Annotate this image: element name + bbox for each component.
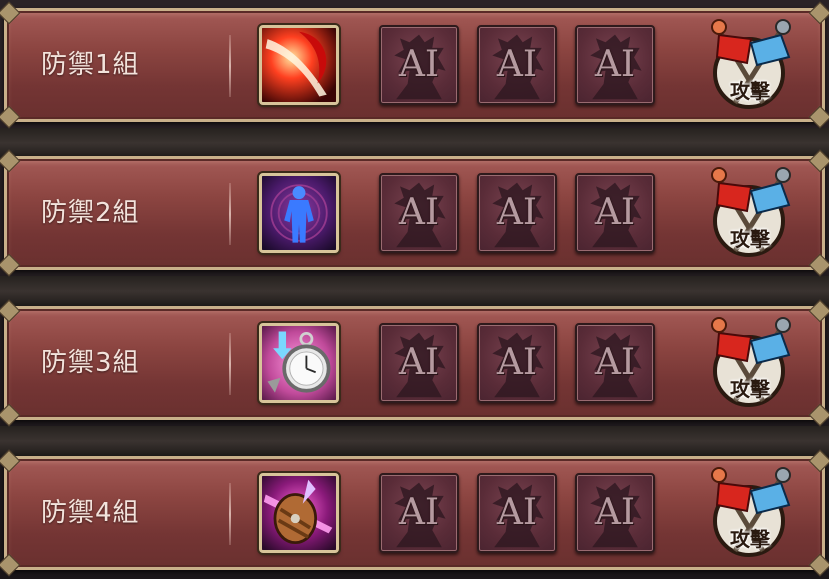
ai-slot-label: AI: [398, 492, 440, 533]
ai-slot-label: AI: [496, 492, 538, 533]
group-name: 防禦1組: [41, 50, 140, 80]
ai-slot-label: AI: [594, 44, 636, 85]
attack-button[interactable]: 攻擊: [697, 465, 801, 561]
ai-slot[interactable]: AI: [477, 173, 557, 253]
defense-group-screen: 防禦1組 AI AI AI 攻擊 防禦2組 AI AI AI 攻擊 防禦3組 A…: [0, 0, 829, 579]
frame-corner: [0, 403, 21, 427]
divider: [229, 35, 231, 97]
ai-slot-label: AI: [594, 192, 636, 233]
frame-corner: [0, 105, 21, 129]
attack-label: 攻擊: [730, 79, 770, 103]
defense-group-row-3: 防禦3組 AI AI AI 攻擊: [0, 299, 829, 427]
background-strip: [0, 276, 829, 306]
ai-slot[interactable]: AI: [379, 25, 459, 105]
attack-label: 攻擊: [730, 527, 770, 551]
group-name: 防禦3組: [41, 348, 140, 378]
pocket-watch-icon[interactable]: [259, 323, 339, 403]
ai-slot[interactable]: AI: [575, 323, 655, 403]
frame-corner: [808, 553, 829, 577]
ai-slot-label: AI: [594, 342, 636, 383]
ai-slot-label: AI: [496, 44, 538, 85]
divider: [229, 183, 231, 245]
group-name: 防禦2組: [41, 198, 140, 228]
shield-strike-icon[interactable]: [259, 473, 339, 553]
ai-slot-label: AI: [496, 342, 538, 383]
ai-slot[interactable]: AI: [379, 323, 459, 403]
attack-button[interactable]: 攻擊: [697, 165, 801, 261]
frame-corner: [0, 1, 21, 25]
ai-slot[interactable]: AI: [575, 173, 655, 253]
frame-corner: [0, 553, 21, 577]
attack-label: 攻擊: [730, 377, 770, 401]
divider: [229, 483, 231, 545]
background-strip: [0, 426, 829, 456]
group-name: 防禦4組: [41, 498, 140, 528]
attack-button[interactable]: 攻擊: [697, 17, 801, 113]
attack-label: 攻擊: [730, 227, 770, 251]
flame-slash-icon[interactable]: [259, 25, 339, 105]
ai-slot[interactable]: AI: [477, 323, 557, 403]
frame-corner: [808, 105, 829, 129]
divider: [229, 333, 231, 395]
ai-slot[interactable]: AI: [477, 473, 557, 553]
ai-slot[interactable]: AI: [379, 173, 459, 253]
frame-corner: [808, 403, 829, 427]
ai-slot-label: AI: [398, 342, 440, 383]
frame-corner: [808, 1, 829, 25]
frame-corner: [0, 253, 21, 277]
defense-group-row-2: 防禦2組 AI AI AI 攻擊: [0, 149, 829, 277]
background-strip: [0, 128, 829, 158]
ai-slot-label: AI: [398, 44, 440, 85]
attack-button[interactable]: 攻擊: [697, 315, 801, 411]
ai-slot-label: AI: [398, 192, 440, 233]
ai-slot[interactable]: AI: [379, 473, 459, 553]
ai-slot[interactable]: AI: [575, 473, 655, 553]
ai-slot[interactable]: AI: [477, 25, 557, 105]
ai-slot[interactable]: AI: [575, 25, 655, 105]
ai-slot-label: AI: [496, 192, 538, 233]
frame-corner: [808, 253, 829, 277]
blue-aura-body-icon[interactable]: [259, 173, 339, 253]
defense-group-row-4: 防禦4組 AI AI AI 攻擊: [0, 449, 829, 577]
ai-slot-label: AI: [594, 492, 636, 533]
defense-group-row-1: 防禦1組 AI AI AI 攻擊: [0, 1, 829, 129]
